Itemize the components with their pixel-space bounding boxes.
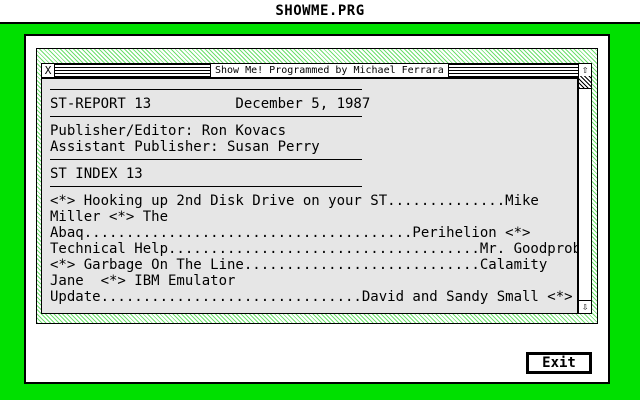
separator-rule bbox=[50, 159, 362, 163]
close-icon[interactable]: X bbox=[42, 64, 55, 77]
document-line: Abaq....................................… bbox=[50, 225, 531, 241]
desktop-background: X Show Me! Programmed by Michael Ferrara… bbox=[0, 24, 640, 400]
dialog-frame: X Show Me! Programmed by Michael Ferrara… bbox=[36, 48, 598, 324]
app-title-bar: SHOWME.PRG bbox=[0, 0, 640, 24]
window-title-bar[interactable]: X Show Me! Programmed by Michael Ferrara bbox=[41, 63, 592, 78]
app-title: SHOWME.PRG bbox=[275, 3, 365, 19]
showme-dialog: X Show Me! Programmed by Michael Ferrara… bbox=[24, 34, 610, 384]
document-line: Publisher/Editor: Ron Kovacs bbox=[50, 123, 287, 139]
scroll-thumb[interactable] bbox=[579, 76, 591, 89]
window-title: Show Me! Programmed by Michael Ferrara bbox=[210, 64, 449, 77]
separator-rule bbox=[50, 89, 362, 93]
document-line: <*> Hooking up 2nd Disk Drive on your ST… bbox=[50, 193, 539, 209]
vertical-scrollbar[interactable]: ⇧ ⇩ bbox=[578, 63, 592, 314]
separator-rule bbox=[50, 186, 362, 190]
separator-rule bbox=[50, 116, 362, 120]
document-line: ST-REPORT 13 December 5, 1987 bbox=[50, 96, 371, 112]
exit-button[interactable]: Exit bbox=[526, 352, 592, 374]
document-text-area[interactable]: ST-REPORT 13 December 5, 1987 Publisher/E… bbox=[41, 78, 578, 314]
scroll-track[interactable] bbox=[579, 89, 591, 301]
document-line: <*> Garbage On The Line.................… bbox=[50, 257, 548, 273]
document-line: ST INDEX 13 bbox=[50, 166, 143, 182]
document-line: Miller <*> The bbox=[50, 209, 169, 225]
document-line: Update...............................Dav… bbox=[50, 289, 573, 305]
document-line: Technical Help..........................… bbox=[50, 241, 578, 257]
document-line: Jane <*> IBM Emulator bbox=[50, 273, 236, 289]
document-line: Assistant Publisher: Susan Perry bbox=[50, 139, 320, 155]
scroll-down-arrow-icon[interactable]: ⇩ bbox=[579, 300, 591, 313]
